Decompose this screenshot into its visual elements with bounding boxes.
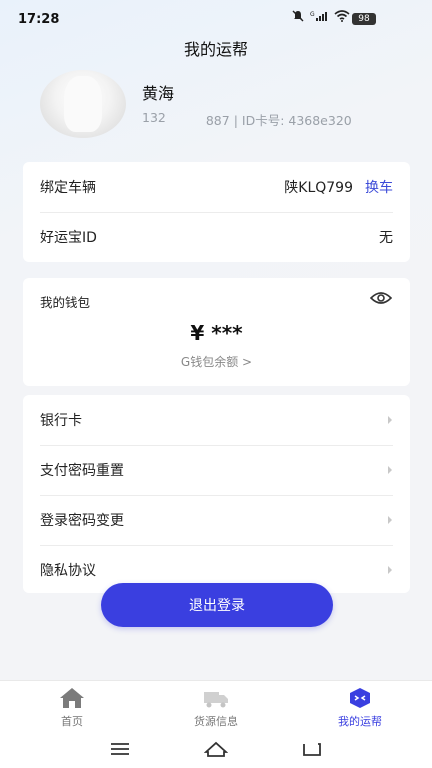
bind-vehicle-row[interactable]: 绑定车辆 陕KLQ799 换车 — [40, 162, 393, 213]
wallet-balance-link[interactable]: G钱包余额 > — [23, 353, 410, 370]
chevron-right-icon — [388, 566, 392, 574]
yunbao-id-label: 好运宝ID — [40, 230, 97, 246]
plate-wrap: 陕KLQ799 换车 — [284, 177, 393, 197]
vehicle-plate: 陕KLQ799 — [284, 180, 353, 196]
system-navigation-bar — [0, 732, 432, 768]
tab-label: 我的运帮 — [338, 715, 382, 728]
wallet-title: 我的钱包 — [40, 295, 91, 310]
vehicle-card: 绑定车辆 陕KLQ799 换车 好运宝ID 无 — [23, 162, 410, 262]
signal-icon: G — [310, 11, 327, 21]
tab-my-yunbang[interactable]: 我的运帮 — [288, 681, 432, 733]
menu-item-label: 隐私协议 — [40, 563, 96, 579]
menu-item-label: 支付密码重置 — [40, 463, 124, 479]
menu-item-payment-password-reset[interactable]: 支付密码重置 — [40, 445, 393, 496]
signal-text: G — [310, 11, 315, 18]
user-phone-suffix-id: 887 | ID卡号: 4368e320 — [205, 113, 352, 128]
yunbao-id-value: 无 — [379, 230, 393, 246]
menu-item-label: 银行卡 — [40, 413, 82, 429]
status-bar: 17:28 G 98 — [0, 0, 432, 38]
home-icon — [60, 688, 84, 708]
avatar-silhouette — [64, 76, 102, 132]
logout-button[interactable]: 退出登录 — [101, 583, 333, 627]
user-id-line: 132 887 | ID卡号: 4368e320 — [142, 110, 352, 129]
yunbao-id-row: 好运宝ID 无 — [40, 212, 393, 262]
battery-indicator: 98 — [352, 13, 376, 25]
wifi-icon — [334, 10, 350, 22]
tab-label: 首页 — [61, 715, 83, 728]
mute-icon — [292, 10, 304, 22]
change-vehicle-link[interactable]: 换车 — [365, 177, 393, 197]
chevron-right-icon — [388, 416, 392, 424]
home-nav-icon[interactable] — [204, 740, 228, 758]
bind-vehicle-label: 绑定车辆 — [40, 180, 96, 196]
menu-item-login-password-change[interactable]: 登录密码变更 — [40, 495, 393, 546]
user-name: 黄海 — [142, 84, 175, 103]
chevron-right-icon — [388, 466, 392, 474]
tab-home[interactable]: 首页 — [0, 681, 144, 733]
chevron-right-icon — [388, 516, 392, 524]
tab-label: 货源信息 — [194, 715, 238, 728]
bottom-tab-bar: 首页 货源信息 我的运帮 — [0, 680, 432, 733]
status-icons: G — [292, 10, 350, 22]
menu-icon[interactable] — [108, 740, 132, 758]
avatar[interactable] — [40, 70, 126, 138]
menu-item-bank-card[interactable]: 银行卡 — [40, 395, 393, 446]
status-time: 17:28 — [18, 12, 60, 27]
settings-menu-card: 银行卡 支付密码重置 登录密码变更 隐私协议 — [23, 395, 410, 593]
wallet-card: 我的钱包 ¥ *** G钱包余额 > — [23, 278, 410, 386]
tab-cargo-info[interactable]: 货源信息 — [144, 681, 288, 733]
menu-item-label: 登录密码变更 — [40, 513, 124, 529]
back-icon[interactable] — [300, 740, 324, 758]
profile-badge-icon — [350, 688, 370, 708]
wallet-amount: ¥ *** — [190, 321, 243, 345]
page-title: 我的运帮 — [183, 40, 248, 59]
eye-icon[interactable] — [370, 291, 392, 305]
user-phone-prefix: 132 — [142, 110, 166, 125]
truck-icon — [204, 692, 228, 708]
